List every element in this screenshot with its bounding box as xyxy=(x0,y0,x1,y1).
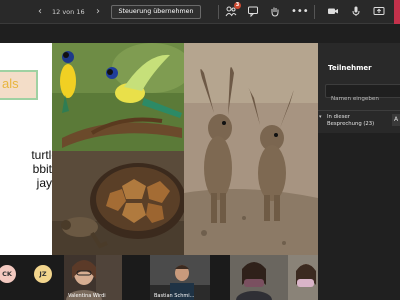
slide-list-item: turtle xyxy=(31,148,58,162)
mute-all-button[interactable]: A xyxy=(392,114,400,126)
video-tile[interactable]: Bastian Schmi... xyxy=(150,255,210,300)
participant-video xyxy=(288,255,318,300)
participants-count-badge: 3 xyxy=(234,2,241,9)
slide-title: als xyxy=(2,76,19,91)
turtle-photo xyxy=(52,151,184,255)
raise-hand-icon[interactable] xyxy=(268,5,282,19)
search-input[interactable] xyxy=(326,93,400,105)
birds-photo xyxy=(52,43,184,151)
participants-panel: Teilnehmer ▾ In dieser Besprechung (23) … xyxy=(318,43,400,300)
chevron-left-icon[interactable]: ‹ xyxy=(34,5,46,19)
mic-icon[interactable] xyxy=(349,5,363,19)
slide-page-counter: 12 von 16 xyxy=(52,8,85,16)
avatar[interactable]: JZ xyxy=(34,265,52,283)
shared-slide: als turtle bbits jays xyxy=(0,43,318,255)
take-control-button[interactable]: Steuerung übernehmen xyxy=(111,5,201,19)
participants-list[interactable] xyxy=(318,133,400,300)
chevron-right-icon[interactable]: › xyxy=(92,5,104,19)
share-icon[interactable] xyxy=(372,5,386,19)
camera-icon[interactable] xyxy=(326,5,340,19)
toolbar-separator xyxy=(218,5,219,19)
chat-icon[interactable] xyxy=(246,5,260,19)
panel-divider xyxy=(318,110,400,111)
avatar[interactable]: CK xyxy=(0,265,16,283)
toolbar-separator xyxy=(314,5,315,19)
video-tile[interactable] xyxy=(230,255,288,300)
slide-list: turtle bbits jays xyxy=(0,148,60,190)
search-field[interactable] xyxy=(325,84,400,105)
video-tile[interactable] xyxy=(288,255,318,300)
participant-video xyxy=(230,255,288,300)
participant-strip: CK JZ Valentina Wirdi Bastian Schmi... xyxy=(0,255,318,300)
chevron-down-icon[interactable]: ▾ xyxy=(319,114,322,120)
panel-title: Teilnehmer xyxy=(328,64,372,72)
video-tile[interactable]: Valentina Wirdi xyxy=(64,255,122,300)
meeting-section-label[interactable]: In dieser Besprechung (23) xyxy=(327,114,379,128)
teams-meeting-window: ‹ 12 von 16 › Steuerung übernehmen 3 •••… xyxy=(0,0,400,300)
slide-list-item: jays xyxy=(36,176,58,190)
hares-photo xyxy=(184,43,318,255)
more-icon[interactable]: ••• xyxy=(291,5,309,19)
meeting-toolbar: ‹ 12 von 16 › Steuerung übernehmen 3 ••• xyxy=(0,0,400,24)
leave-button[interactable] xyxy=(394,0,400,24)
participant-name: Valentina Wirdi xyxy=(68,293,106,299)
participant-name: Bastian Schmi... xyxy=(154,293,195,299)
slide-list-item: bbits xyxy=(32,162,58,176)
